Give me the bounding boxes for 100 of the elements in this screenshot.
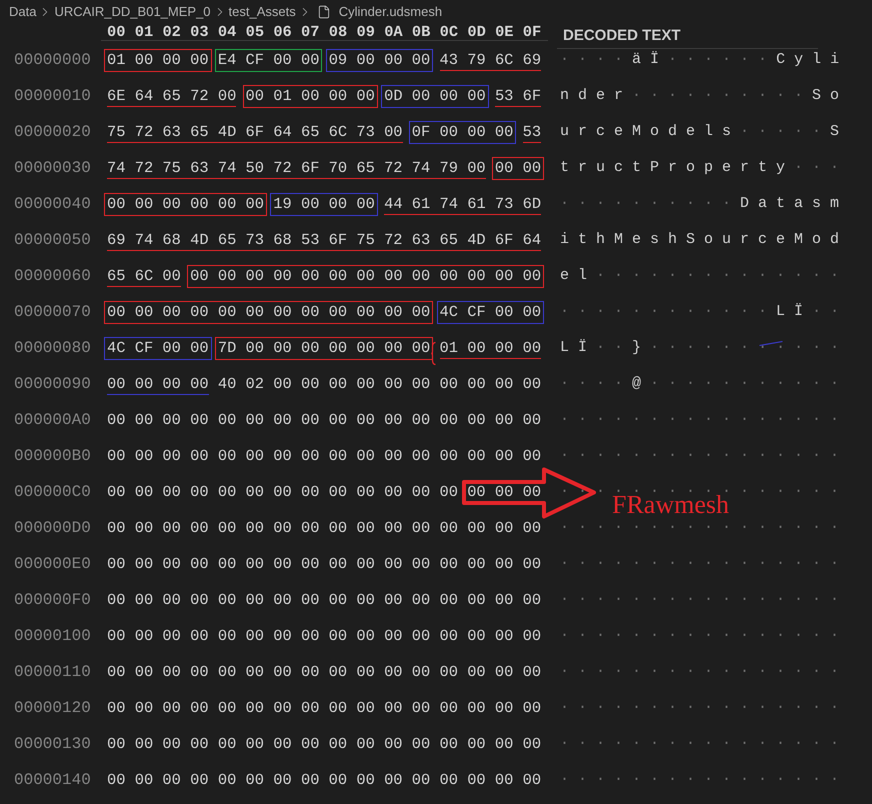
- hex-bytes: 00 00 00 00 00 00 00 00 00 00 00 00 00 00 00 00: [107, 663, 542, 681]
- underlined-hex-bytes: 74 72 75 63 74 50 72 6F 70 65 72 74 79 00: [107, 158, 486, 178]
- column-header: 0C: [440, 24, 458, 40]
- row-offset: 000000A0: [14, 411, 91, 429]
- boxed-hex-bytes: 0F 00 00 00: [408, 120, 516, 144]
- row-offset: 000000C0: [14, 483, 91, 501]
- hex-bytes: 00 00 00 00 00 00 00 00 00 00 00 00 00 00 00 00: [107, 483, 542, 501]
- column-header: 0F: [522, 24, 542, 40]
- non-printable-dots: · · · · · ·: [668, 59, 768, 63]
- row-offset: 00000010: [14, 87, 91, 105]
- column-header: 04: [218, 24, 236, 40]
- column-header: 0D: [467, 24, 486, 40]
- non-printable-dots: · · · · · · · · · · · · · · · ·: [560, 779, 840, 783]
- boxed-hex-bytes: 00 01 00 00 00: [242, 84, 378, 108]
- pen-stroke-icon: [759, 341, 783, 346]
- row-offset: 00000070: [14, 303, 91, 321]
- underlined-hex-bytes: 65 6C 00: [107, 266, 181, 286]
- row-offset: 00000050: [14, 231, 91, 249]
- column-header: 08: [328, 24, 348, 40]
- non-printable-dots: · · · · · · · · · ·: [632, 95, 804, 99]
- row-offset: 00000040: [14, 195, 91, 213]
- non-printable-dots: · · · · · · · · · · · · · · · ·: [560, 455, 840, 459]
- hex-bytes: 00 00 00 00 00 00 00 00 00 00 00 00 00 00 00 00: [107, 411, 542, 429]
- decoded-text: S o: [812, 87, 840, 105]
- row-offset: 00000090: [14, 375, 91, 393]
- decoded-text: ä Ï: [632, 51, 660, 69]
- decoded-text: D a t a s m: [740, 195, 840, 213]
- row-offset: 000000F0: [14, 591, 91, 609]
- hex-bytes: 00 00 00 00 00 00 00 00 00 00 00 00 00 00 00 00: [107, 699, 542, 717]
- decoded-text: C y l i: [776, 51, 840, 69]
- column-header: 06: [273, 24, 292, 40]
- boxed-hex-bytes: 19 00 00 00: [270, 192, 378, 216]
- row-offset: 00000020: [14, 123, 91, 141]
- non-printable-dots: · · · · · · · · · · · ·: [560, 311, 768, 315]
- column-header: 00: [107, 24, 126, 40]
- non-printable-dots: · · · · · · · · · · · · · · · ·: [560, 527, 840, 531]
- non-printable-dots: · · · · ·: [740, 131, 822, 135]
- hex-bytes: 00 00 00 00 00 00 00 00 00 00 00 00 00 00 00 00: [107, 735, 542, 753]
- underlined-hex-bytes: 00 00 00 00: [107, 374, 209, 394]
- row-offset: 00000030: [14, 159, 91, 177]
- row-offset: 00000080: [14, 339, 91, 357]
- non-printable-dots: · · · · · · · · · · ·: [650, 383, 840, 387]
- column-header: 07: [301, 24, 320, 40]
- boxed-hex-bytes: 00 00: [492, 156, 544, 180]
- boxed-hex-bytes: 7D 00 00 00 00 00 00 00: [214, 336, 434, 360]
- non-printable-dots: · · · · · · · · · · · · · · · ·: [560, 491, 840, 495]
- callout-label: FRawmesh: [612, 496, 729, 514]
- hex-bytes: 00 00 00 00 00 00 00 00 00 00 00 00 00 00 00 00: [107, 519, 542, 537]
- non-printable-dots: · · · · · · · · · · · · · ·: [596, 275, 840, 279]
- decoded-text: L Ï: [560, 339, 588, 357]
- decoded-text: }: [632, 339, 642, 357]
- column-header: 0E: [495, 24, 514, 40]
- file-icon: [316, 4, 331, 20]
- column-header: 02: [162, 24, 181, 40]
- underlined-hex-bytes: 6E 64 65 72 00: [107, 86, 236, 106]
- column-header: 05: [246, 24, 264, 40]
- column-header: 0B: [412, 24, 430, 40]
- non-printable-dots: · · · · · · · · · · · · · · · ·: [560, 671, 840, 675]
- decoded-text: @: [632, 375, 642, 393]
- breadcrumb-item[interactable]: Data: [9, 4, 36, 20]
- hex-bytes: 00 00 00 00 00 00 00 00 00 00 00 00 00 00 00 00: [107, 627, 542, 645]
- non-printable-dots: · · · · · · · · · · · · · · · ·: [560, 707, 840, 711]
- decoded-text: L Ï: [776, 303, 804, 321]
- column-header: 0A: [384, 24, 403, 40]
- row-offset: 00000000: [14, 51, 91, 69]
- row-offset: 00000060: [14, 267, 91, 285]
- decoded-text: t r u c t P r o p e r t y: [560, 159, 786, 177]
- boxed-hex-bytes: 4C CF 00 00: [104, 336, 212, 360]
- underlined-hex-bytes: 53 6F: [494, 86, 542, 106]
- non-printable-dots: · · · · · · · · · · · · · · · ·: [560, 563, 840, 567]
- row-offset: 000000E0: [14, 555, 91, 573]
- row-offset: 00000130: [14, 735, 91, 753]
- non-printable-dots: · · · · · · · · · · · · · · · ·: [560, 419, 840, 423]
- hex-bytes: 40 02 00 00 00 00 00 00 00 00 00 00: [218, 375, 542, 393]
- hex-bytes: 00 00 00 00 00 00 00 00 00 00 00 00 00 00 00 00: [107, 447, 542, 465]
- underlined-hex-bytes: 43 79 6C 69: [440, 50, 542, 70]
- non-printable-dots: · ·: [812, 311, 840, 315]
- boxed-hex-bytes: 09 00 00 00: [326, 48, 434, 72]
- breadcrumb-item[interactable]: Cylinder.udsmesh: [338, 4, 442, 20]
- boxed-hex-bytes: 00 00 00 00 00 00 00 00 00 00 00 00 00: [187, 264, 544, 288]
- underlined-hex-bytes: 53: [522, 122, 542, 142]
- decoded-text: u r c e M o d e l s: [560, 123, 732, 141]
- decoded-text: i t h M e s h S o u r c e M o d: [560, 231, 840, 249]
- non-printable-dots: · · ·: [794, 167, 840, 171]
- decoded-text: S: [830, 123, 840, 141]
- breadcrumb-item[interactable]: test_Assets: [228, 4, 296, 20]
- breadcrumb-item[interactable]: URCAIR_DD_B01_MEP_0: [54, 4, 211, 20]
- row-offset: 000000B0: [14, 447, 91, 465]
- hex-bytes: 00 00 00 00 00 00 00 00 00 00 00 00 00 00 00 00: [107, 591, 542, 609]
- hex-bytes: 00 00 00 00 00 00 00 00 00 00 00 00 00 00 00 00: [107, 555, 542, 573]
- boxed-hex-bytes: 0D 00 00 00: [381, 84, 489, 108]
- non-printable-dots: · ·: [596, 347, 624, 351]
- non-printable-dots: · · · · · · · · · · · · · · · ·: [560, 599, 840, 603]
- row-offset: 00000110: [14, 663, 91, 681]
- underlined-hex-bytes: 69 74 68 4D 65 73 68 53 6F 75 72 63 65 4D 6F 64: [107, 230, 542, 250]
- non-printable-dots: · · · ·: [560, 383, 624, 387]
- column-header: 03: [190, 24, 209, 40]
- non-printable-dots: · · · ·: [560, 59, 624, 63]
- column-header: 09: [356, 24, 375, 40]
- boxed-hex-bytes: 00 00 00 00 00 00 00 00 00 00 00 00: [104, 300, 434, 324]
